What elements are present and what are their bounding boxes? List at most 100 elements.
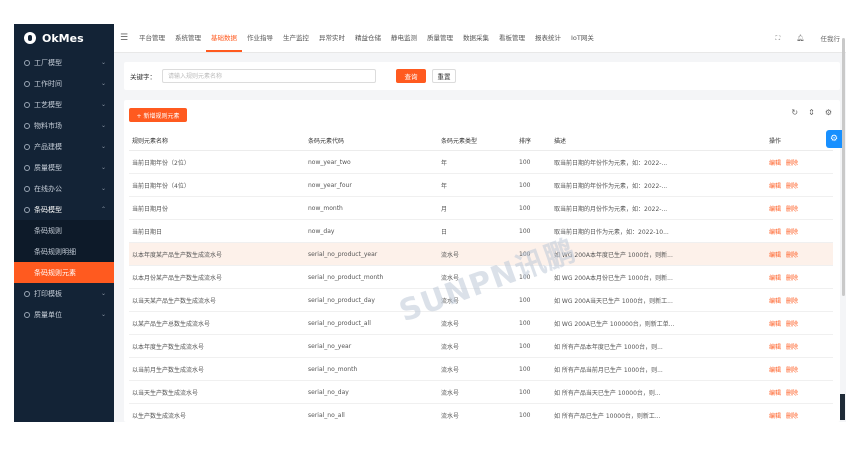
delete-link[interactable]: 删除 [786, 183, 798, 190]
sidebar-subitem[interactable]: 条码规则元素 [14, 262, 114, 283]
table-row[interactable]: 以当天某产品生产数生成流水号 serial_no_product_day 流水号 10… [129, 288, 833, 312]
edit-link[interactable]: 编辑 [769, 298, 781, 305]
table-cell: 如 所有产品本年度已生产 1000台，则... [551, 334, 766, 358]
column-header: 排序 [516, 130, 551, 151]
app-window: OkMes 工厂模型 ⌄ 工作时间 ⌄ 工艺模型 ⌄ 物料市场 ⌄ 产品建模 ⌄ 质量模型 ⌄ 在线办公… [14, 24, 846, 422]
sidebar-item[interactable]: 质量模型 ⌄ [14, 157, 114, 178]
table-row[interactable]: 以本年度生产数生成流水号 serial_no_year 流水号 100 如 所有产品本年… [129, 334, 833, 358]
table-cell: 如 所有产品当天已生产 10000台，则... [551, 380, 766, 404]
keyword-input[interactable] [162, 69, 376, 83]
sidebar-item[interactable]: 物料市场 ⌄ [14, 115, 114, 136]
table-cell: serial_no_product_all [305, 311, 438, 335]
edit-link[interactable]: 编辑 [769, 413, 781, 420]
column-header: 规则元素名称 [129, 130, 305, 151]
table-cell: 100 [516, 265, 551, 289]
edit-link[interactable]: 编辑 [769, 367, 781, 374]
app-name: OkMes [42, 31, 84, 45]
table-cell: 当前日期日 [129, 219, 305, 243]
sidebar-item[interactable]: 工艺模型 ⌄ [14, 94, 114, 115]
nav-tab[interactable]: 异常实时 [314, 24, 350, 52]
nav-tab[interactable]: 平台管理 [134, 24, 170, 52]
table-cell: 如 WG 200A本年度已生产 1000台，则新... [551, 242, 766, 266]
add-element-button[interactable]: + 新增规则元素 [129, 108, 187, 122]
fullscreen-icon[interactable]: ⛶ [776, 34, 781, 43]
table-cell: 以本年度某产品生产数生成流水号 [129, 242, 305, 266]
sidebar-item[interactable]: 工厂模型 ⌄ [14, 52, 114, 73]
table-cell: 如 WG 200A当天已生产 1000台，则新工... [551, 288, 766, 312]
table-row[interactable]: 以生产数生成流水号 serial_no_all 流水号 100 如 所有产品已生产 10… [129, 403, 833, 422]
table-cell: 以当天某产品生产数生成流水号 [129, 288, 305, 312]
table-row[interactable]: 当前日期月份 now_month 月 100 取当前日期的月份作为元素，如：2022-.… [129, 196, 833, 220]
menu-toggle-icon[interactable]: ☰ [114, 33, 134, 43]
table-row[interactable]: 当前日期日 now_day 日 100 取当前日期的日作为元素，如：2022-10...… [129, 219, 833, 243]
delete-link[interactable]: 删除 [786, 298, 798, 305]
nav-tab[interactable]: IoT网关 [566, 24, 599, 52]
nav-tab[interactable]: 看板管理 [494, 24, 530, 52]
nav-tab[interactable]: 报表统计 [530, 24, 566, 52]
sidebar-item[interactable]: 产品建模 ⌄ [14, 136, 114, 157]
table-row[interactable]: 当前日期年份（2位） now_year_two 年 100 取当前日期的年份作为元素，如… [129, 150, 833, 174]
edit-link[interactable]: 编辑 [769, 183, 781, 190]
sidebar-item[interactable]: 质量单位 ⌄ [14, 304, 114, 325]
edit-link[interactable]: 编辑 [769, 390, 781, 397]
delete-link[interactable]: 删除 [786, 160, 798, 167]
delete-link[interactable]: 删除 [786, 275, 798, 282]
sidebar-item-label: 质量模型 [34, 163, 62, 172]
edit-link[interactable]: 编辑 [769, 206, 781, 213]
menu-circle-icon [24, 290, 30, 297]
chevron-down-icon: ⌄ [100, 101, 106, 108]
table-row[interactable]: 以当前月生产数生成流水号 serial_no_month 流水号 100 如 所有产品当… [129, 357, 833, 381]
edit-link[interactable]: 编辑 [769, 229, 781, 236]
edit-link[interactable]: 编辑 [769, 344, 781, 351]
table-cell: 流水号 [438, 380, 516, 404]
settings-gear-icon[interactable]: ⚙ [826, 130, 842, 148]
actions-cell: 编辑 删除 [766, 150, 833, 174]
sidebar-item[interactable]: 工作时间 ⌄ [14, 73, 114, 94]
vertical-scrollbar[interactable] [842, 38, 845, 296]
delete-link[interactable]: 删除 [786, 229, 798, 236]
nav-tab[interactable]: 作业指导 [242, 24, 278, 52]
sidebar-item[interactable]: 在线办公 ⌄ [14, 178, 114, 199]
sidebar-item[interactable]: 条码模型 ⌃ [14, 199, 114, 220]
table-row[interactable]: 当前日期年份（4位） now_year_four 年 100 取当前日期的年份作为元素，… [129, 173, 833, 197]
sidebar-item-label: 打印模板 [34, 289, 62, 298]
nav-tab[interactable]: 数据采集 [458, 24, 494, 52]
nav-tab[interactable]: 质量管理 [422, 24, 458, 52]
sidebar-item-label: 条码模型 [34, 205, 62, 214]
table-row[interactable]: 以本年度某产品生产数生成流水号 serial_no_product_year 流水号… [129, 242, 833, 266]
user-name[interactable]: 任我行 [821, 33, 841, 43]
nav-tab[interactable]: 静电监测 [386, 24, 422, 52]
nav-tab[interactable]: 基础数据 [206, 24, 242, 52]
nav-tab[interactable]: 精益仓储 [350, 24, 386, 52]
delete-link[interactable]: 删除 [786, 206, 798, 213]
scroll-end-marker [840, 394, 845, 420]
delete-link[interactable]: 删除 [786, 252, 798, 259]
bell-icon[interactable]: 🔔︎ [796, 34, 804, 42]
actions-cell: 编辑 删除 [766, 196, 833, 220]
table-cell: 100 [516, 334, 551, 358]
edit-link[interactable]: 编辑 [769, 275, 781, 282]
column-height-icon[interactable]: ⇕ [808, 108, 815, 117]
nav-tab[interactable]: 生产监控 [278, 24, 314, 52]
table-row[interactable]: 以某产品生产总数生成流水号 serial_no_product_all 流水号 100… [129, 311, 833, 335]
delete-link[interactable]: 删除 [786, 390, 798, 397]
table-cell: 以当天生产数生成流水号 [129, 380, 305, 404]
search-button[interactable]: 查询 [396, 69, 426, 83]
delete-link[interactable]: 删除 [786, 344, 798, 351]
table-cell: 100 [516, 219, 551, 243]
table-row[interactable]: 以当天生产数生成流水号 serial_no_day 流水号 100 如 所有产品当天已生… [129, 380, 833, 404]
sidebar-subitem[interactable]: 条码规则明细 [14, 241, 114, 262]
sidebar-subitem[interactable]: 条码规则 [14, 220, 114, 241]
reset-button[interactable]: 重置 [432, 69, 456, 83]
delete-link[interactable]: 删除 [786, 321, 798, 328]
delete-link[interactable]: 删除 [786, 413, 798, 420]
edit-link[interactable]: 编辑 [769, 252, 781, 259]
edit-link[interactable]: 编辑 [769, 321, 781, 328]
delete-link[interactable]: 删除 [786, 367, 798, 374]
column-settings-icon[interactable]: ⚙ [825, 108, 832, 117]
refresh-icon[interactable]: ↻ [791, 108, 798, 117]
nav-tab[interactable]: 系统管理 [170, 24, 206, 52]
table-row[interactable]: 以本月份某产品生产数生成流水号 serial_no_product_month 流水… [129, 265, 833, 289]
sidebar-item[interactable]: 打印模板 ⌄ [14, 283, 114, 304]
edit-link[interactable]: 编辑 [769, 160, 781, 167]
